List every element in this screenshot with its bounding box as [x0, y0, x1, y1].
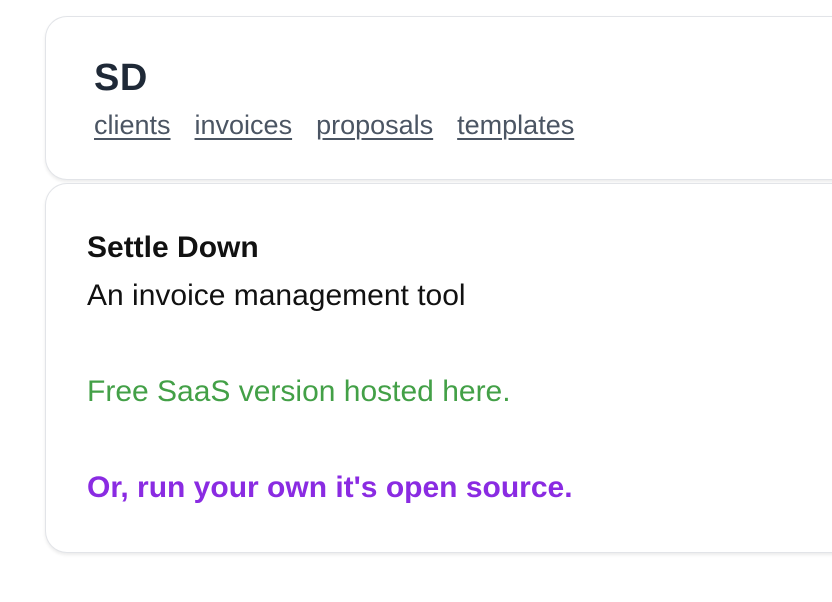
saas-version-link[interactable]: Free SaaS version hosted here.: [87, 377, 511, 407]
header-card: SD clients invoices proposals templates: [45, 16, 832, 180]
nav-link-invoices[interactable]: invoices: [195, 112, 293, 139]
brand-logo[interactable]: SD: [94, 59, 148, 97]
nav-link-templates[interactable]: templates: [457, 112, 574, 139]
page-title: Settle Down: [87, 231, 259, 264]
nav-link-clients[interactable]: clients: [94, 112, 171, 139]
main-nav: clients invoices proposals templates: [94, 112, 574, 139]
page-subtitle: An invoice management tool: [87, 279, 466, 312]
open-source-link[interactable]: Or, run your own it's open source.: [87, 473, 573, 503]
nav-link-proposals[interactable]: proposals: [316, 112, 433, 139]
content-card: Settle Down An invoice management tool F…: [45, 183, 832, 553]
